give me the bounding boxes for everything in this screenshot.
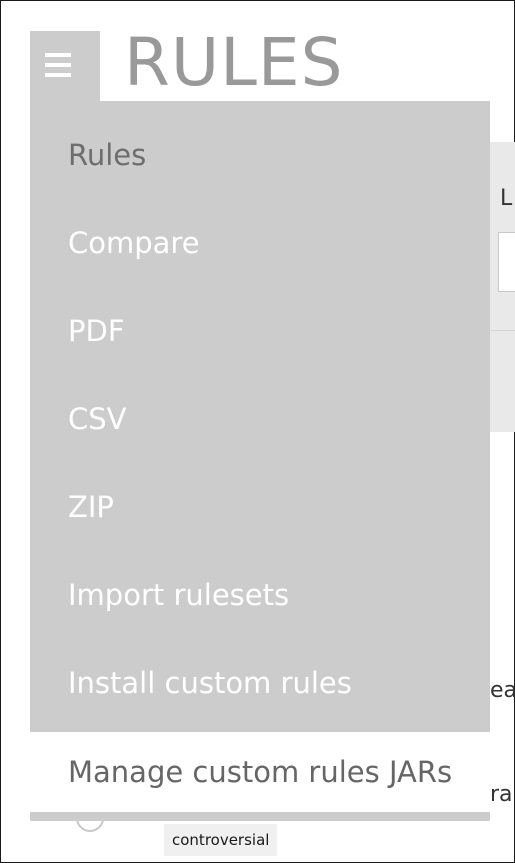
menu-item-zip[interactable]: ZIP bbox=[30, 463, 490, 551]
background-text-fragment-2: ra bbox=[490, 782, 513, 807]
background-divider bbox=[490, 330, 515, 331]
page-title: RULES bbox=[124, 24, 344, 101]
navigation-menu: Rules Compare PDF CSV ZIP Import ruleset… bbox=[30, 101, 490, 821]
background-input[interactable] bbox=[498, 232, 515, 292]
menu-item-pdf[interactable]: PDF bbox=[30, 287, 490, 375]
menu-item-csv[interactable]: CSV bbox=[30, 375, 490, 463]
hamburger-menu-icon-bar bbox=[45, 73, 71, 77]
background-label-fragment: L bbox=[500, 186, 513, 211]
background-text-fragment: ea bbox=[490, 678, 515, 703]
hamburger-menu-icon-bar bbox=[45, 63, 71, 67]
menu-item-manage-custom-rules-jars[interactable]: Manage custom rules JARs bbox=[30, 732, 490, 812]
menu-item-install-custom-rules[interactable]: Install custom rules bbox=[30, 639, 490, 727]
menu-item-import-rulesets[interactable]: Import rulesets bbox=[30, 551, 490, 639]
hamburger-menu-button[interactable] bbox=[30, 31, 100, 103]
menu-item-rules[interactable]: Rules bbox=[30, 111, 490, 199]
hamburger-menu-icon bbox=[45, 53, 71, 57]
menu-item-compare[interactable]: Compare bbox=[30, 199, 490, 287]
controversial-tag[interactable]: controversial bbox=[164, 824, 278, 856]
